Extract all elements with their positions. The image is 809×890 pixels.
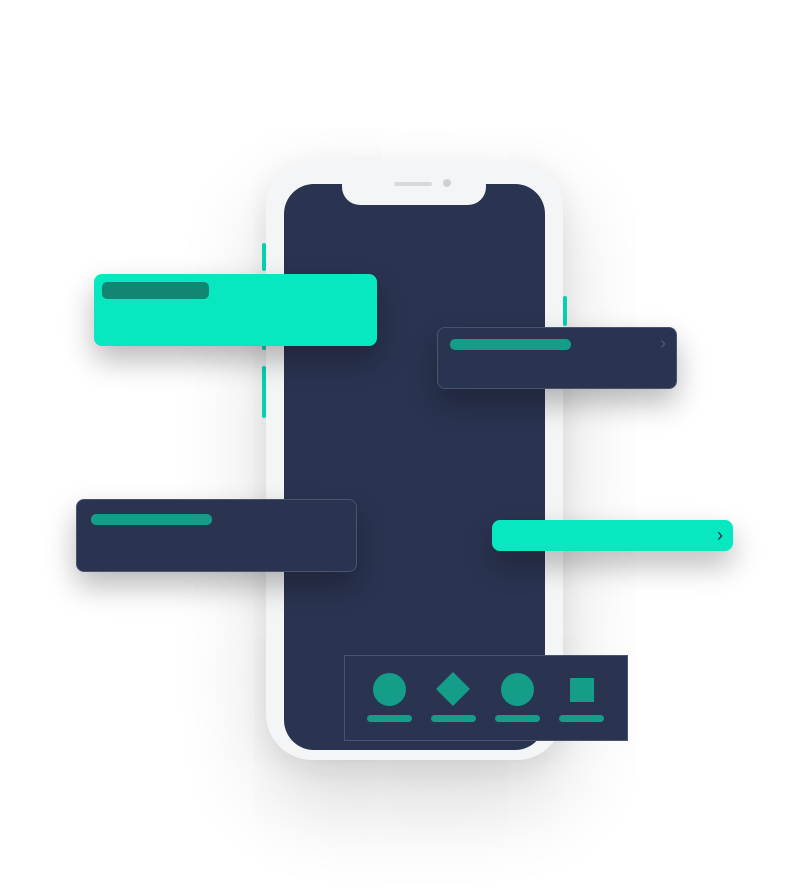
diamond-icon bbox=[436, 672, 470, 706]
phone-power-button bbox=[563, 296, 567, 326]
chevron-right-icon[interactable]: › bbox=[717, 526, 723, 544]
tab-item-3[interactable] bbox=[473, 656, 540, 742]
highlighted-card[interactable] bbox=[94, 274, 377, 346]
phone-notch bbox=[342, 184, 486, 205]
circle-icon bbox=[501, 673, 534, 706]
list-card[interactable] bbox=[76, 499, 357, 572]
square-icon bbox=[570, 678, 594, 702]
tab-label-placeholder bbox=[559, 715, 604, 722]
tab-item-1[interactable] bbox=[345, 656, 412, 742]
list-card-with-chevron[interactable]: › bbox=[437, 327, 677, 389]
accent-button-card[interactable]: › bbox=[492, 520, 733, 551]
tab-label-placeholder bbox=[367, 715, 412, 722]
phone-speaker bbox=[394, 182, 432, 186]
illustration-canvas: › › bbox=[0, 0, 809, 890]
circle-icon bbox=[373, 673, 406, 706]
tab-item-4[interactable] bbox=[537, 656, 604, 742]
tab-item-2[interactable] bbox=[409, 656, 476, 742]
card-title-placeholder bbox=[91, 514, 212, 525]
tab-bar bbox=[344, 655, 628, 741]
tab-label-placeholder bbox=[495, 715, 540, 722]
phone-camera-icon bbox=[443, 179, 451, 187]
card-title-placeholder bbox=[102, 282, 209, 299]
tab-label-placeholder bbox=[431, 715, 476, 722]
card-title-placeholder bbox=[450, 339, 571, 350]
chevron-right-icon[interactable]: › bbox=[660, 334, 666, 352]
